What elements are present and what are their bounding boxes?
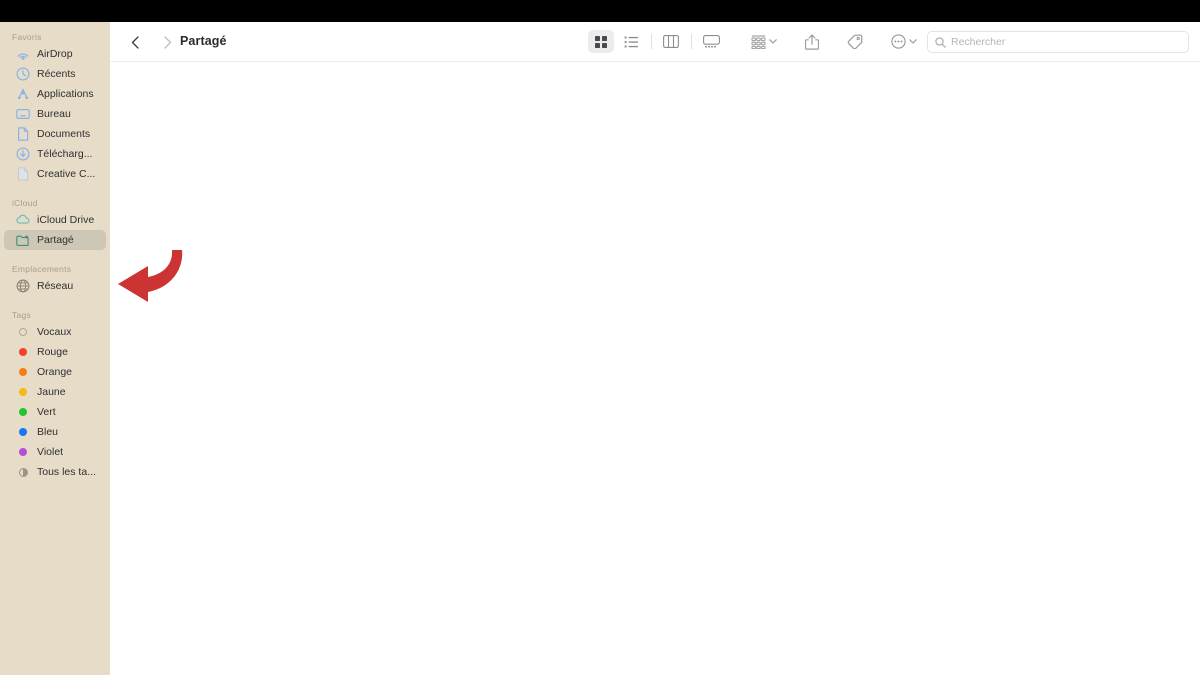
list-view-button[interactable] [618,30,644,53]
sidebar-item-orange[interactable]: Orange [4,362,106,382]
tag-dot [16,405,30,419]
sidebar-item-tous-les-ta[interactable]: Tous les ta... [4,462,106,482]
sidebar-item-airdrop[interactable]: AirDrop [4,44,106,64]
sidebar-item-label: Orange [37,366,73,378]
sidebar-item-violet[interactable]: Violet [4,442,106,462]
sidebar-item-label: Creative C... [37,168,96,180]
gallery-view-button[interactable] [698,30,724,53]
sidebar-item-label: Télécharg... [37,148,93,160]
back-button[interactable] [124,31,146,53]
sidebar-item-documents[interactable]: Documents [4,124,106,144]
navigation-buttons [124,31,179,53]
sidebar-item-label: Violet [37,446,64,458]
tag-dot [16,365,30,379]
sidebar-item-r-cents[interactable]: Récents [4,64,106,84]
sidebar-item-label: Bleu [37,426,59,438]
sidebar-item-jaune[interactable]: Jaune [4,382,106,402]
sidebar-item-r-seau[interactable]: Réseau [4,276,106,296]
toolbar-divider-2 [691,34,692,49]
window-title: Partagé [180,34,227,48]
chevron-down-icon [769,39,777,44]
sidebar-item-label: Bureau [37,108,71,120]
sidebar-section-header: Favoris [12,32,42,42]
search-placeholder: Rechercher [951,36,1006,48]
sidebar-item-label: Rouge [37,346,68,358]
group-by-button[interactable] [748,30,780,53]
sidebar-item-bleu[interactable]: Bleu [4,422,106,442]
content-area: Partagé Rechercher [110,22,1200,675]
sidebar-item-label: Réseau [37,280,74,292]
sidebar: Favoris AirDrop Récents Applications Bureau D… [0,22,110,675]
sidebar-item-vert[interactable]: Vert [4,402,106,422]
clock-icon [16,67,30,81]
search-field[interactable]: Rechercher [927,31,1189,53]
sidebar-item-label: Partagé [37,234,74,246]
more-actions-button[interactable] [888,30,920,53]
airdrop-icon [16,47,30,61]
tag-dot [16,345,30,359]
downloads-icon [16,147,30,161]
tag-dot [16,385,30,399]
document-grey-icon [16,167,30,181]
tag-dot [16,445,30,459]
sidebar-item-partag[interactable]: Partagé [4,230,106,250]
sidebar-item-vocaux[interactable]: Vocaux [4,322,106,342]
icon-view-button[interactable] [588,30,614,53]
sidebar-item-t-l-charg[interactable]: Télécharg... [4,144,106,164]
network-globe-icon [16,279,30,293]
column-view-button[interactable] [658,30,684,53]
toolbar-divider-1 [651,34,652,49]
sidebar-item-rouge[interactable]: Rouge [4,342,106,362]
applications-icon [16,87,30,101]
sidebar-item-label: Tous les ta... [37,466,96,478]
view-mode-controls [588,30,728,53]
desktop-icon [16,107,30,121]
menu-bar [0,0,1200,22]
share-button[interactable] [802,30,822,53]
shared-folder-icon [16,233,30,247]
tag-dot-half [16,465,30,479]
sidebar-item-label: AirDrop [37,48,73,60]
sidebar-item-bureau[interactable]: Bureau [4,104,106,124]
tag-button[interactable] [844,30,866,53]
tag-dot-hollow [16,325,30,339]
sidebar-item-label: Jaune [37,386,66,398]
forward-button[interactable] [157,31,179,53]
file-list-area[interactable] [110,63,1200,675]
sidebar-item-icloud-drive[interactable]: iCloud Drive [4,210,106,230]
sidebar-item-label: Récents [37,68,76,80]
sidebar-item-label: iCloud Drive [37,214,95,226]
document-icon [16,127,30,141]
sidebar-item-creative-c[interactable]: Creative C... [4,164,106,184]
cloud-icon [16,213,30,227]
sidebar-item-label: Vocaux [37,326,72,338]
sidebar-item-label: Applications [37,88,94,100]
tag-dot [16,425,30,439]
sidebar-item-applications[interactable]: Applications [4,84,106,104]
sidebar-section-header: Emplacements [12,264,72,274]
sidebar-section-header: iCloud [12,198,38,208]
toolbar: Partagé Rechercher [110,22,1200,62]
chevron-down-icon-2 [909,39,917,44]
toolbar-action-buttons [748,30,920,53]
sidebar-item-label: Documents [37,128,91,140]
sidebar-section-header: Tags [12,310,31,320]
finder-window: Favoris AirDrop Récents Applications Bureau D… [0,22,1200,675]
search-icon [935,36,946,48]
sidebar-item-label: Vert [37,406,56,418]
